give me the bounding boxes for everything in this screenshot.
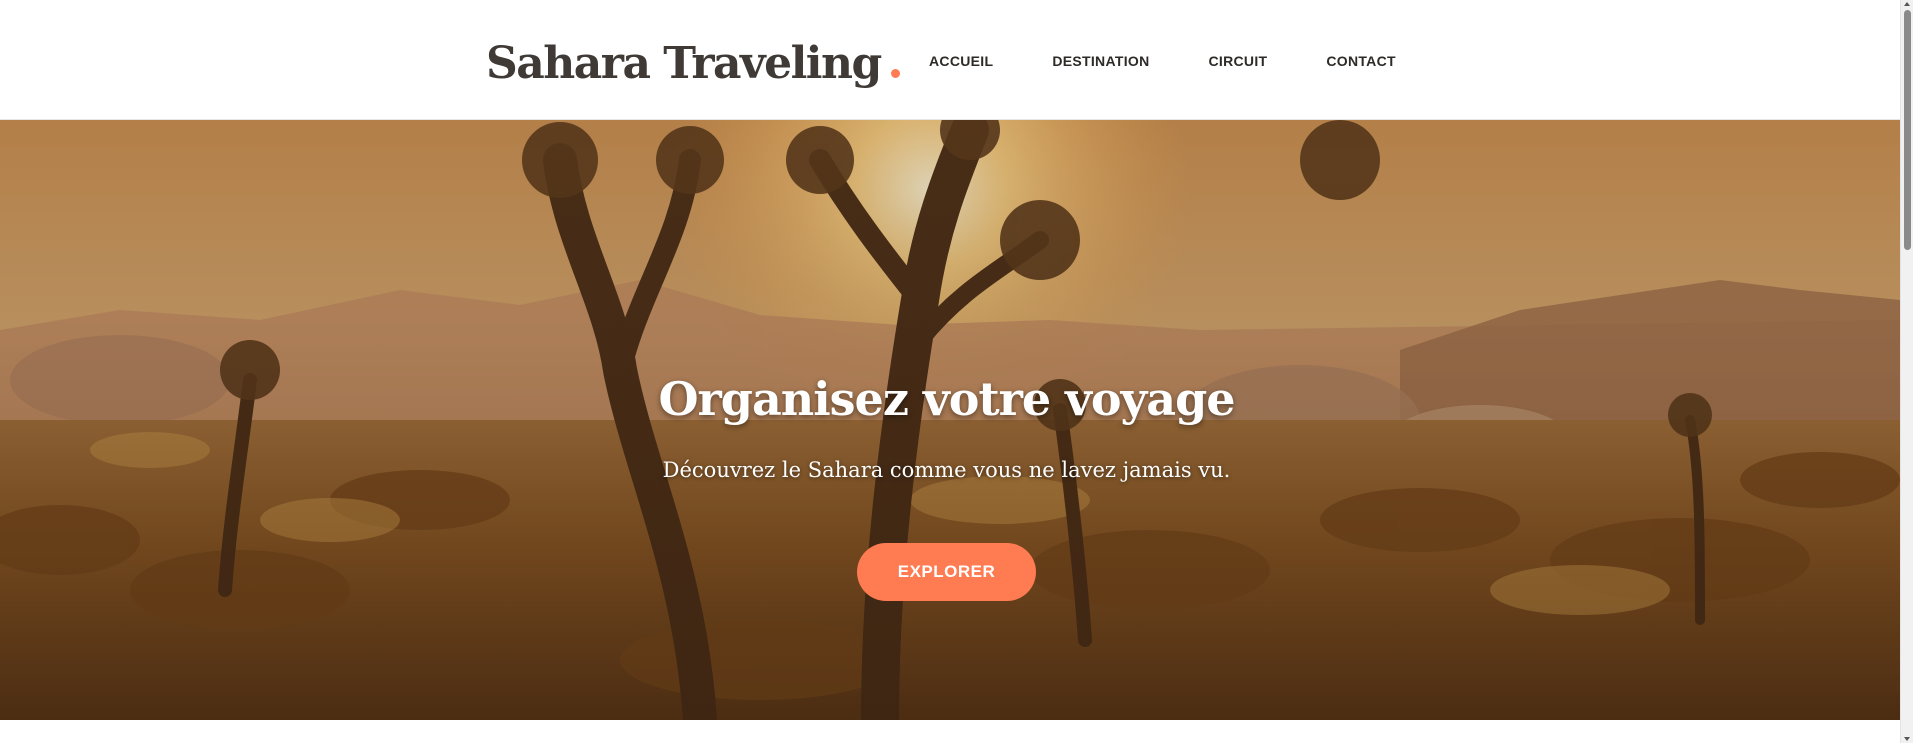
explorer-button[interactable]: EXPLORER: [857, 543, 1036, 601]
main-nav: ACCUEIL DESTINATION CIRCUIT CONTACT: [929, 53, 1396, 69]
scroll-down-icon[interactable]: [1904, 737, 1910, 741]
hero-title: Organisez votre voyage: [658, 372, 1235, 426]
logo-dot-icon: [890, 69, 900, 78]
hero-subtitle: Découvrez le Sahara comme vous ne lavez …: [662, 458, 1231, 482]
hero-section: Organisez votre voyage Découvrez le Saha…: [0, 120, 1900, 720]
site-header: Sahara Traveling ACCUEIL DESTINATION CIR…: [0, 0, 1900, 120]
page: Sahara Traveling ACCUEIL DESTINATION CIR…: [0, 0, 1913, 743]
site-logo[interactable]: Sahara Traveling: [486, 38, 900, 89]
scroll-up-icon[interactable]: [1904, 2, 1910, 6]
hero-content: Organisez votre voyage Découvrez le Saha…: [0, 120, 1900, 720]
logo-text: Sahara Traveling: [486, 38, 882, 89]
nav-destination[interactable]: DESTINATION: [1052, 53, 1149, 69]
scroll-thumb[interactable]: [1904, 10, 1911, 250]
nav-contact[interactable]: CONTACT: [1326, 53, 1396, 69]
page-scrollbar[interactable]: [1900, 0, 1913, 743]
nav-accueil[interactable]: ACCUEIL: [929, 53, 993, 69]
nav-circuit[interactable]: CIRCUIT: [1208, 53, 1267, 69]
